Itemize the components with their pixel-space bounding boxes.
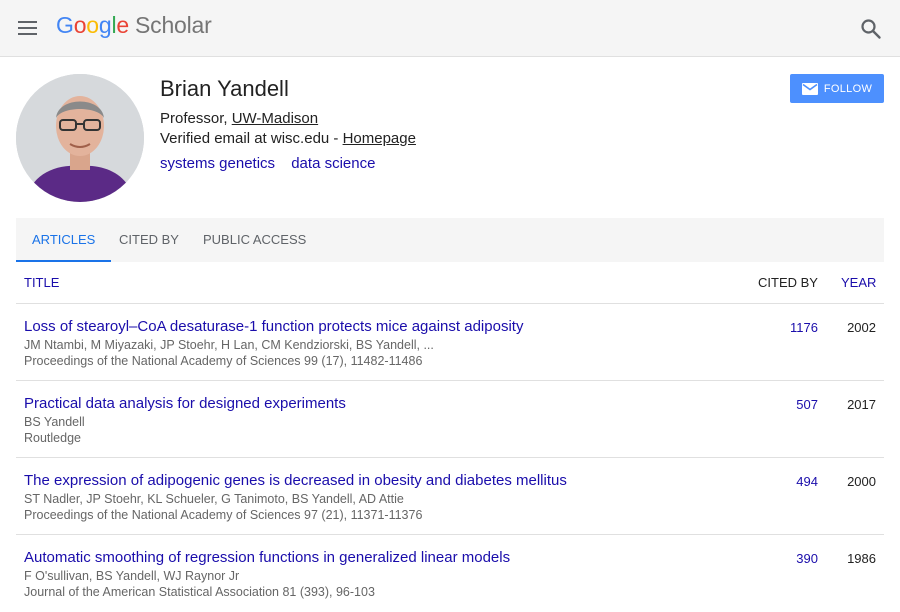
article-venue: Proceedings of the National Academy of S… (24, 508, 423, 522)
profile-affiliation: Professor, UW-Madison (160, 110, 318, 127)
tab-articles[interactable]: ARTICLES (16, 218, 112, 262)
profile-avatar (16, 74, 144, 202)
article-title[interactable]: The expression of adipogenic genes is de… (24, 472, 567, 489)
article-venue: Routledge (24, 431, 81, 445)
search-icon[interactable] (860, 18, 882, 40)
article-year: 2000 (847, 474, 876, 489)
article-cited-by[interactable]: 507 (796, 397, 818, 412)
article-row: Automatic smoothing of regression functi… (16, 535, 884, 612)
google-scholar-logo[interactable]: Google Scholar (56, 12, 212, 39)
article-year: 2002 (847, 320, 876, 335)
homepage-link[interactable]: Homepage (343, 130, 416, 147)
article-venue: Proceedings of the National Academy of S… (24, 354, 423, 368)
article-cited-by[interactable]: 390 (796, 551, 818, 566)
article-year: 1986 (847, 551, 876, 566)
article-row: The expression of adipogenic genes is de… (16, 458, 884, 535)
email-text: Verified email at wisc.edu - (160, 130, 343, 147)
mail-icon (801, 82, 818, 95)
tab-public-access[interactable]: PUBLIC ACCESS (203, 218, 306, 262)
article-row: Loss of stearoyl–CoA desaturase-1 functi… (16, 304, 884, 381)
profile-email: Verified email at wisc.edu - Homepage (160, 130, 416, 147)
column-header-title[interactable]: TITLE (24, 275, 59, 290)
column-header-year[interactable]: YEAR (841, 275, 876, 290)
article-authors: ST Nadler, JP Stoehr, KL Schueler, G Tan… (24, 492, 404, 506)
article-year: 2017 (847, 397, 876, 412)
affiliation-prefix: Professor, (160, 110, 232, 127)
top-bar: Google Scholar (0, 0, 900, 57)
follow-label: FOLLOW (823, 82, 873, 95)
article-authors: BS Yandell (24, 415, 85, 429)
profile-name: Brian Yandell (160, 76, 289, 101)
article-title[interactable]: Practical data analysis for designed exp… (24, 395, 346, 412)
article-row: Practical data analysis for designed exp… (16, 381, 884, 458)
hamburger-menu-icon[interactable] (14, 16, 42, 40)
tab-bar: ARTICLES CITED BY PUBLIC ACCESS (16, 218, 884, 262)
follow-button[interactable]: FOLLOW (790, 74, 884, 103)
article-authors: F O'sullivan, BS Yandell, WJ Raynor Jr (24, 569, 240, 583)
tab-cited-by[interactable]: CITED BY (119, 218, 179, 262)
article-title[interactable]: Automatic smoothing of regression functi… (24, 549, 510, 566)
research-interests: systems genetics data science (160, 155, 387, 172)
article-title[interactable]: Loss of stearoyl–CoA desaturase-1 functi… (24, 318, 523, 335)
interest-data-science[interactable]: data science (291, 155, 375, 172)
interest-systems-genetics[interactable]: systems genetics (160, 155, 275, 172)
article-authors: JM Ntambi, M Miyazaki, JP Stoehr, H Lan,… (24, 338, 434, 352)
article-venue: Journal of the American Statistical Asso… (24, 585, 375, 599)
article-cited-by[interactable]: 1176 (790, 320, 818, 335)
column-header-cited-by[interactable]: CITED BY (758, 275, 818, 290)
article-cited-by[interactable]: 494 (796, 474, 818, 489)
affiliation-link[interactable]: UW-Madison (232, 110, 318, 127)
